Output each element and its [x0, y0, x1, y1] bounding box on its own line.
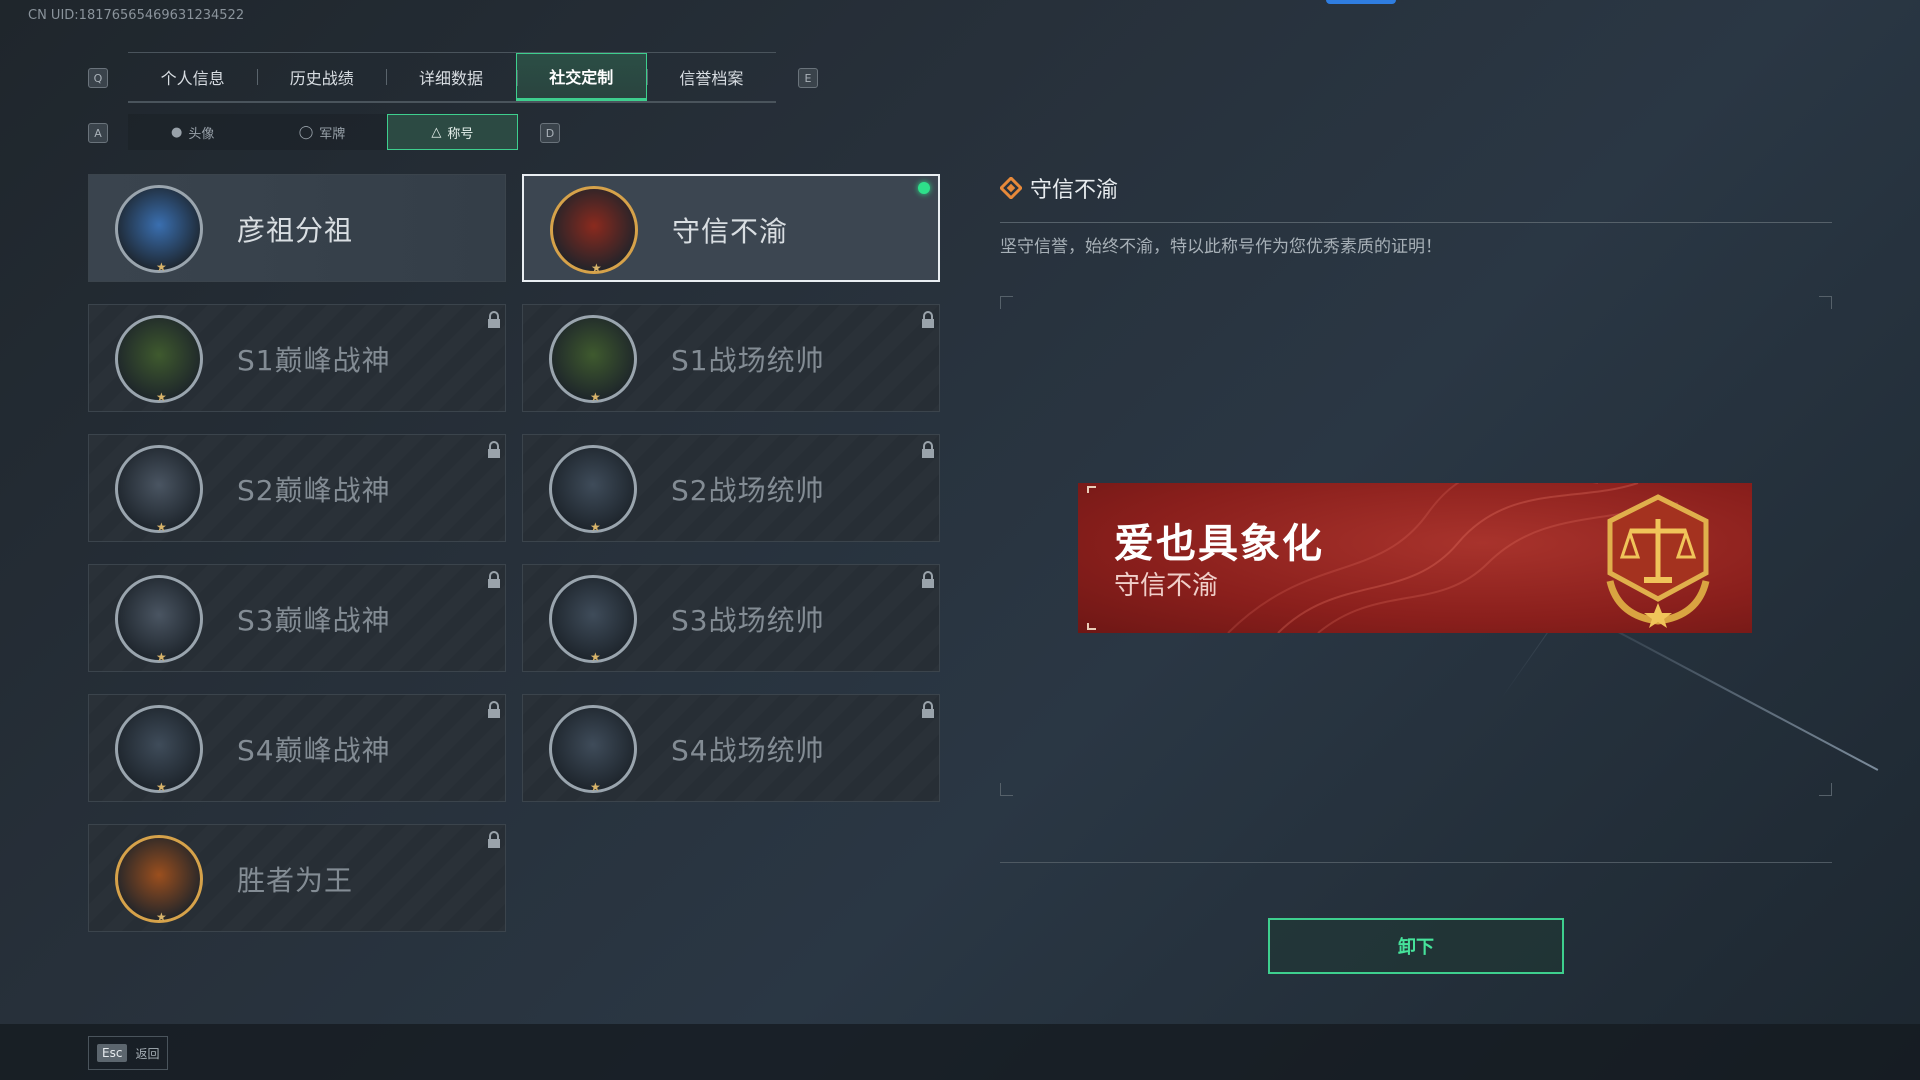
- subtab-avatar-label: 头像: [188, 126, 215, 142]
- star-icon: ★: [591, 261, 602, 275]
- tab-credit-record[interactable]: 信誉档案: [646, 53, 776, 101]
- tab-history[interactable]: 历史战绩: [257, 53, 386, 101]
- star-icon: ★: [156, 390, 167, 404]
- title-card[interactable]: ★ 彦祖分祖: [88, 174, 506, 282]
- triangle-icon: △: [431, 124, 442, 140]
- lock-icon: [488, 571, 500, 588]
- title-card-name: 胜者为王: [237, 864, 354, 897]
- star-icon: ★: [156, 650, 167, 664]
- armored-vehicle-emblem-icon: ★: [549, 575, 637, 664]
- title-card[interactable]: ★ S2战场统帅: [522, 434, 940, 542]
- title-card-name: S4战场统帅: [671, 734, 825, 767]
- tank-emblem-icon: ★: [549, 315, 637, 404]
- title-card-name: S1巅峰战神: [237, 344, 391, 377]
- detail-title: 守信不渝: [1030, 178, 1119, 203]
- back-label: 返回: [135, 1046, 160, 1061]
- star-icon: ★: [590, 780, 601, 794]
- subtab-avatar[interactable]: ● 头像: [128, 114, 258, 150]
- title-card-name: S2战场统帅: [671, 474, 825, 507]
- tab-prev-key[interactable]: Q: [88, 68, 108, 88]
- subtab-dogtag-label: 军牌: [319, 126, 346, 142]
- title-card-name: S3巅峰战神: [237, 604, 391, 637]
- triangle-emblem-icon: ★: [115, 445, 203, 534]
- title-card[interactable]: ★ S4巅峰战神: [88, 694, 506, 802]
- lock-icon: [488, 831, 500, 848]
- tab-next-key[interactable]: E: [798, 68, 818, 88]
- lock-icon: [922, 571, 934, 588]
- lock-icon: [922, 701, 934, 718]
- bottom-divider: [1000, 862, 1832, 863]
- star-icon: ★: [156, 910, 167, 924]
- esc-key: Esc: [97, 1044, 128, 1062]
- lock-icon: [488, 701, 500, 718]
- uid-label: CN UID:18176565469631234522: [28, 8, 245, 23]
- tab-personal-info[interactable]: 个人信息: [128, 53, 257, 101]
- title-card[interactable]: ★ 守信不渝: [522, 174, 940, 282]
- preview-player-name: 爱也具象化: [1114, 521, 1324, 567]
- footer-bar: [0, 1024, 1920, 1080]
- diamond-icon: [1000, 177, 1022, 199]
- back-button[interactable]: Esc 返回: [88, 1036, 169, 1070]
- tab-social-custom[interactable]: 社交定制: [515, 53, 647, 101]
- helmet-emblem-icon: ★: [115, 705, 203, 794]
- subtab-prev-key[interactable]: A: [88, 123, 108, 143]
- preview-title-name: 守信不渝: [1114, 571, 1219, 601]
- globe-emblem-icon: ★: [115, 575, 203, 664]
- unequip-button[interactable]: 卸下: [1268, 918, 1564, 974]
- person-icon: ●: [170, 124, 183, 140]
- crocodile-emblem-icon: ★: [115, 315, 203, 404]
- star-icon: ★: [590, 390, 601, 404]
- sub-tabs: ● 头像 ◯ 军牌 △ 称号: [128, 114, 518, 150]
- top-indicator: [1326, 0, 1396, 4]
- star-icon: ★: [590, 520, 601, 534]
- title-card-name: S3战场统帅: [671, 604, 825, 637]
- star-icon: ★: [590, 650, 601, 664]
- lock-icon: [922, 441, 934, 458]
- detail-divider: [1000, 222, 1832, 223]
- title-card[interactable]: ★ S1巅峰战神: [88, 304, 506, 412]
- title-preview-banner: 爱也具象化 守信不渝: [1078, 483, 1752, 633]
- medal-emblem-icon: ★: [115, 835, 203, 924]
- star-icon: ★: [156, 520, 167, 534]
- missile-emblem-icon: ★: [549, 705, 637, 794]
- title-card-name: S2巅峰战神: [237, 474, 391, 507]
- title-card[interactable]: ★ S1战场统帅: [522, 304, 940, 412]
- lock-icon: [488, 441, 500, 458]
- title-card[interactable]: ★ S3巅峰战神: [88, 564, 506, 672]
- subtab-title-label: 称号: [447, 126, 474, 142]
- star-icon: ★: [156, 780, 167, 794]
- title-card[interactable]: ★ S3战场统帅: [522, 564, 940, 672]
- shield-icon: ◯: [298, 124, 314, 140]
- title-card[interactable]: ★ S2巅峰战神: [88, 434, 506, 542]
- star-icon: ★: [156, 260, 167, 274]
- title-card-name: 守信不渝: [672, 215, 789, 248]
- tab-detailed-data[interactable]: 详细数据: [386, 53, 515, 101]
- lock-icon: [488, 311, 500, 328]
- portrait-icon: ★: [115, 185, 203, 274]
- detail-title-row: 守信不渝: [1000, 172, 1118, 204]
- title-card-name: S4巅峰战神: [237, 734, 391, 767]
- subtab-next-key[interactable]: D: [540, 123, 560, 143]
- scales-emblem-icon: ★: [550, 186, 638, 275]
- title-card[interactable]: ★ S4战场统帅: [522, 694, 940, 802]
- equipped-indicator: [918, 182, 930, 194]
- title-card[interactable]: ★ 胜者为王: [88, 824, 506, 932]
- scales-emblem-icon: [1606, 494, 1710, 628]
- title-card-name: 彦祖分祖: [237, 214, 354, 247]
- detail-description: 坚守信誉，始终不渝，特以此称号作为您优秀素质的证明！: [1000, 237, 1442, 257]
- subtab-dogtag[interactable]: ◯ 军牌: [257, 114, 387, 150]
- title-card-name: S1战场统帅: [671, 344, 825, 377]
- lock-icon: [922, 311, 934, 328]
- helicopter-emblem-icon: ★: [549, 445, 637, 534]
- subtab-title[interactable]: △ 称号: [386, 114, 518, 150]
- main-tabs: 个人信息 历史战绩 详细数据 社交定制 信誉档案: [128, 52, 776, 103]
